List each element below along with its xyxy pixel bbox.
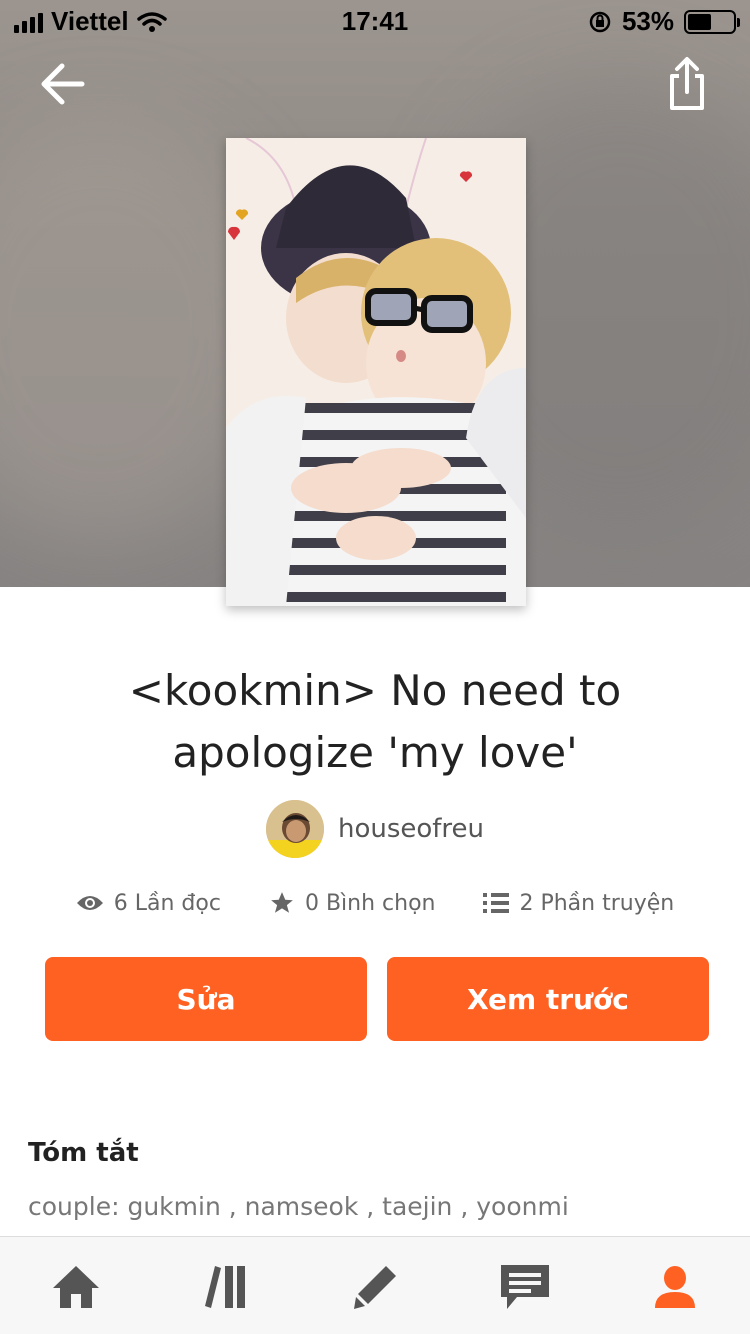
eye-icon xyxy=(76,896,103,910)
battery-icon xyxy=(684,9,740,34)
preview-button[interactable]: Xem trước xyxy=(387,957,709,1041)
story-stats: 6 Lần đọc 0 Bình chọn 2 Phần truyện xyxy=(0,890,750,916)
author-row[interactable]: houseofreu xyxy=(0,800,750,858)
list-icon xyxy=(483,893,510,913)
votes-count: 0 Bình chọn xyxy=(304,890,436,916)
back-button[interactable] xyxy=(38,58,90,110)
tab-profile[interactable] xyxy=(645,1261,705,1313)
story-cover-image[interactable] xyxy=(226,138,526,606)
rotation-lock-icon xyxy=(589,11,611,32)
tab-library[interactable] xyxy=(196,1261,256,1313)
share-button[interactable] xyxy=(664,56,710,112)
tab-home[interactable] xyxy=(46,1261,106,1313)
profile-icon xyxy=(655,1266,695,1308)
story-title: <kookmin> No need to apologize 'my love' xyxy=(60,660,690,784)
write-icon xyxy=(354,1266,396,1309)
story-title-line: <kookmin> No need to xyxy=(128,666,622,715)
edit-button[interactable]: Sửa xyxy=(45,957,367,1041)
star-icon xyxy=(271,892,293,913)
reads-count: 6 Lần đọc xyxy=(113,890,221,916)
parts-stat: 2 Phần truyện xyxy=(483,890,674,916)
messages-icon xyxy=(501,1265,549,1309)
share-icon xyxy=(670,57,704,110)
home-icon xyxy=(53,1266,99,1308)
summary-heading: Tóm tắt xyxy=(28,1138,139,1168)
reads-stat: 6 Lần đọc xyxy=(76,890,221,916)
avatar[interactable] xyxy=(265,800,324,858)
battery-percent: 53% xyxy=(621,6,674,36)
author-name[interactable]: houseofreu xyxy=(338,814,484,844)
summary-text: couple: gukmin , namseok , taejin , yoon… xyxy=(28,1192,569,1221)
status-bar: Viettel 17:41 53% xyxy=(0,0,750,40)
tab-write[interactable] xyxy=(345,1261,405,1313)
story-title-line: apologize 'my love' xyxy=(172,728,578,777)
arrow-left-icon xyxy=(41,63,85,105)
parts-count: 2 Phần truyện xyxy=(519,890,675,916)
bottom-tab-bar xyxy=(0,1236,750,1334)
votes-stat: 0 Bình chọn xyxy=(269,890,436,916)
library-icon xyxy=(205,1266,245,1308)
tab-messages[interactable] xyxy=(495,1261,555,1313)
